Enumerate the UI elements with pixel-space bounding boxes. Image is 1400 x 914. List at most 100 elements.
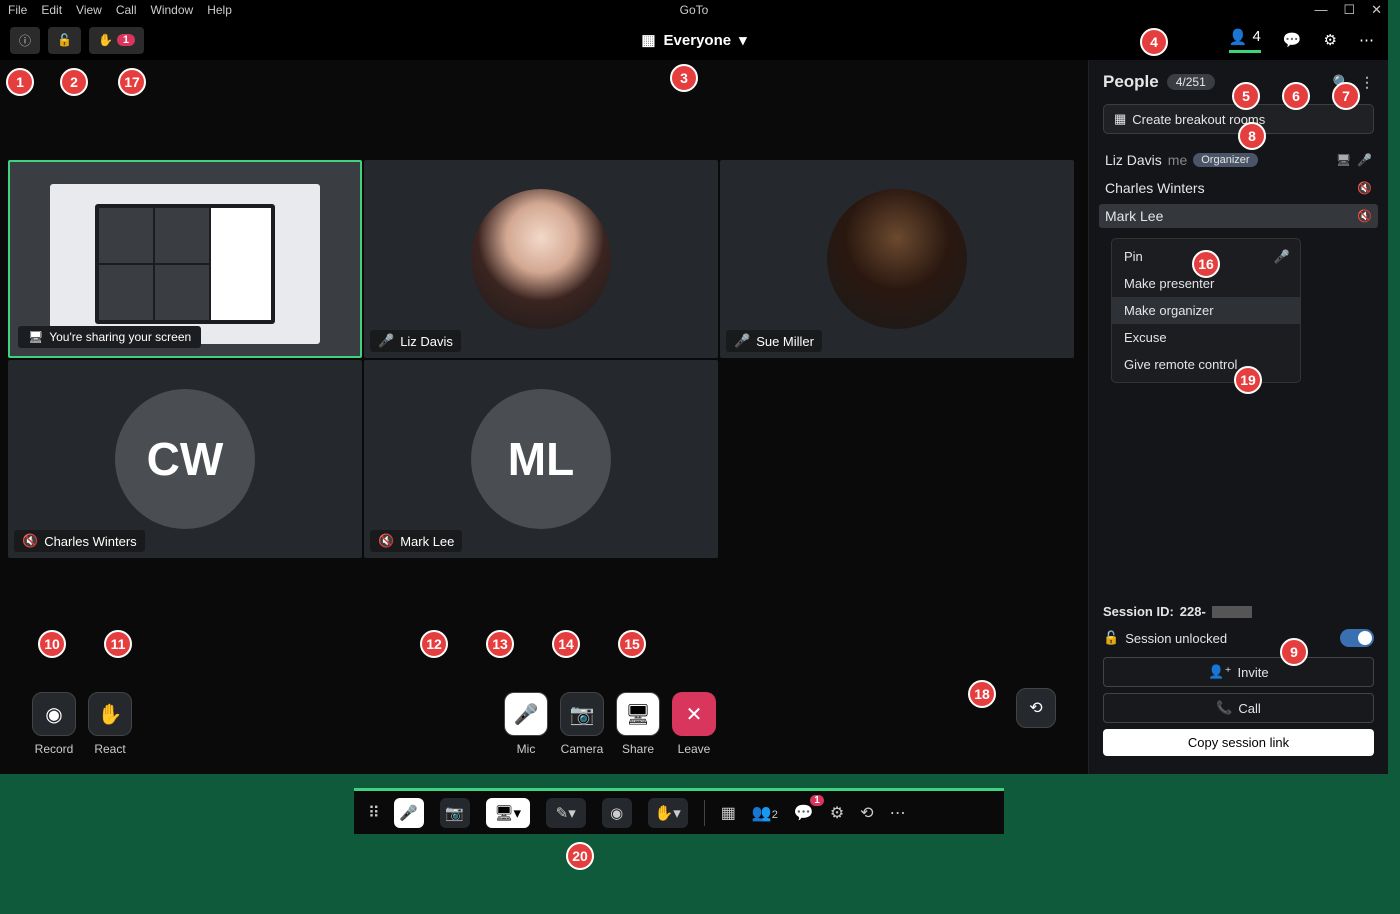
video-grid: 🖥 You're sharing your screen 🎤Liz Davis … <box>8 160 1074 558</box>
session-toolbar: ⓘ 🔓 ✋ 1 ▦ Everyone ▾ 👤 4 💬 ⚙ ⋯ <box>0 20 1388 60</box>
sharing-banner: 🖥 You're sharing your screen <box>18 326 201 348</box>
annotation-bubble: 1 <box>6 68 34 96</box>
camera-label: Camera <box>561 742 604 756</box>
copy-link-button[interactable]: Copy session link <box>1103 729 1374 756</box>
participant-row[interactable]: Liz Davis me Organizer 🖥🎤 <box>1103 148 1374 172</box>
annotation-bubble: 5 <box>1232 82 1260 110</box>
raised-hand-button[interactable]: ✋ 1 <box>89 27 144 54</box>
session-id-label: Session ID: <box>1103 604 1174 619</box>
hand-icon: ✋ <box>98 33 113 47</box>
video-tile-liz[interactable]: 🎤Liz Davis <box>364 160 718 358</box>
react-button[interactable]: ✋ <box>88 692 132 736</box>
more-button[interactable]: ⋯ <box>1359 31 1374 49</box>
grid-icon: ▦ <box>641 31 655 49</box>
leave-label: Leave <box>678 742 711 756</box>
window-title: GoTo <box>680 3 709 17</box>
annotation-bubble: 14 <box>552 630 580 658</box>
annotation-bubble: 18 <box>968 680 996 708</box>
swap-camera-button[interactable]: ⟲ <box>1016 688 1056 728</box>
mini-grid-button[interactable]: ▦ <box>721 803 736 823</box>
drag-handle-icon[interactable]: ⠿ <box>368 803 378 823</box>
menu-window[interactable]: Window <box>151 3 194 17</box>
mini-chat-button[interactable]: 💬1 <box>794 803 814 823</box>
video-tile-sue[interactable]: 🎤Sue Miller <box>720 160 1074 358</box>
mini-camera-button[interactable]: 📷 <box>440 798 470 828</box>
mini-share-button[interactable]: 🖥▾ <box>486 798 530 828</box>
avatar-initials: ML <box>471 389 611 529</box>
menu-give-remote-control[interactable]: Give remote control <box>1112 351 1300 378</box>
minimize-button[interactable]: — <box>1314 2 1327 18</box>
mini-people-button[interactable]: 👥2 <box>752 803 778 823</box>
call-controls: ◉ Record ✋ React 🎤 Mic 📷 Camer <box>0 692 1088 756</box>
floating-toolbar[interactable]: ⠿ 🎤 📷 🖥▾ ✎▾ ◉ ✋▾ ▦ 👥2 💬1 ⚙ ⟲ ⋯ <box>354 788 1004 834</box>
mic-icon: 🎤 <box>734 333 750 349</box>
person-icon: 👤 <box>1229 28 1248 46</box>
participant-row-selected[interactable]: Mark Lee 🔇 <box>1099 204 1378 228</box>
sharing-banner-text: You're sharing your screen <box>49 330 191 344</box>
people-title: People <box>1103 72 1159 92</box>
info-button[interactable]: ⓘ <box>10 27 40 54</box>
people-more-button[interactable]: ⋮ <box>1360 74 1374 91</box>
mic-muted-icon: 🔇 <box>22 533 38 549</box>
mini-swap-button[interactable]: ⟲ <box>860 803 873 823</box>
raised-hand-count: 1 <box>117 34 135 46</box>
share-label: Share <box>622 742 654 756</box>
camera-button[interactable]: 📷 <box>560 692 604 736</box>
close-button[interactable]: ✕ <box>1371 2 1382 18</box>
screenshare-thumbnail <box>50 184 320 344</box>
mic-label: Mic <box>517 742 536 756</box>
mini-annotate-button[interactable]: ✎▾ <box>546 798 586 828</box>
layout-selector[interactable]: ▦ Everyone ▾ <box>641 31 746 49</box>
menu-help[interactable]: Help <box>207 3 232 17</box>
leave-button[interactable]: ✕ <box>672 692 716 736</box>
video-tile-mark[interactable]: ML 🔇Mark Lee <box>364 360 718 558</box>
chat-badge: 1 <box>810 795 824 806</box>
screen-icon: 🖥 <box>1336 153 1351 167</box>
menu-make-organizer[interactable]: Make organizer <box>1112 297 1300 324</box>
mini-mic-button[interactable]: 🎤 <box>394 798 424 828</box>
invite-button[interactable]: 👤⁺Invite <box>1103 657 1374 687</box>
people-count-badge: 4/251 <box>1167 74 1215 90</box>
record-label: Record <box>35 742 74 756</box>
mic-muted-icon: 🔇 <box>1357 181 1372 195</box>
tile-name: Liz Davis <box>400 334 453 349</box>
menu-file[interactable]: File <box>8 3 27 17</box>
lock-button[interactable]: 🔓 <box>48 27 81 54</box>
annotation-bubble: 2 <box>60 68 88 96</box>
video-tile-charles[interactable]: CW 🔇Charles Winters <box>8 360 362 558</box>
settings-button[interactable]: ⚙ <box>1324 31 1337 49</box>
call-button[interactable]: 📞Call <box>1103 693 1374 723</box>
menu-view[interactable]: View <box>76 3 102 17</box>
invite-icon: 👤⁺ <box>1208 664 1231 680</box>
menu-edit[interactable]: Edit <box>41 3 62 17</box>
annotation-bubble: 15 <box>618 630 646 658</box>
annotation-bubble: 8 <box>1238 122 1266 150</box>
people-tab[interactable]: 👤 4 <box>1229 28 1261 53</box>
menu-call[interactable]: Call <box>116 3 137 17</box>
menu-excuse[interactable]: Excuse <box>1112 324 1300 351</box>
video-tile-self-share[interactable]: 🖥 You're sharing your screen <box>8 160 362 358</box>
maximize-button[interactable]: ☐ <box>1343 2 1355 18</box>
mic-muted-icon: 🔇 <box>378 533 394 549</box>
chat-tab[interactable]: 💬 <box>1283 31 1302 49</box>
breakout-icon: ▦ <box>1114 111 1126 127</box>
mic-button[interactable]: 🎤 <box>504 692 548 736</box>
share-button[interactable]: 🖥 <box>616 692 660 736</box>
mini-record-button[interactable]: ◉ <box>602 798 632 828</box>
mini-react-button[interactable]: ✋▾ <box>648 798 688 828</box>
people-panel: People 4/251 🔍 ⋮ ▦ Create breakout rooms… <box>1088 60 1388 774</box>
menubar: File Edit View Call Window Help <box>8 3 232 17</box>
mic-icon: 🎤 <box>1274 249 1290 265</box>
annotation-bubble: 12 <box>420 630 448 658</box>
react-label: React <box>94 742 125 756</box>
annotation-bubble: 16 <box>1192 250 1220 278</box>
participant-row[interactable]: Charles Winters 🔇 <box>1103 176 1374 200</box>
participant-name: Charles Winters <box>1105 180 1205 196</box>
participant-name: Mark Lee <box>1105 208 1163 224</box>
mini-settings-button[interactable]: ⚙ <box>830 803 844 823</box>
record-button[interactable]: ◉ <box>32 692 76 736</box>
mini-more-button[interactable]: ⋯ <box>890 803 906 823</box>
people-count: 4 <box>1253 28 1261 45</box>
annotation-bubble: 9 <box>1280 638 1308 666</box>
session-lock-toggle[interactable] <box>1340 629 1374 647</box>
